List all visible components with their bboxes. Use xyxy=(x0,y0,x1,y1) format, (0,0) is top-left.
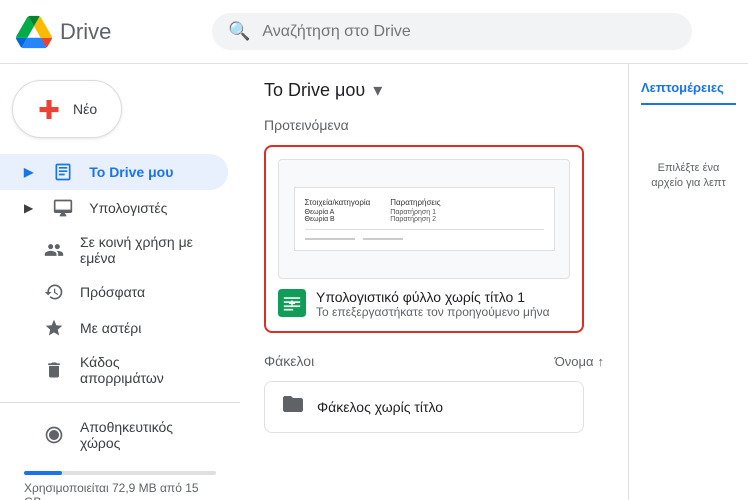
search-icon: 🔍 xyxy=(228,21,250,42)
storage-used-text: Χρησιμοποιείται 72,9 MB από 15 GB xyxy=(24,481,216,500)
sidebar-item-trash-label: Κάδος απορριμάτων xyxy=(80,354,204,386)
sidebar: ✚ Νέο ▶ Το Drive μου ▶ Υπολογιστές Σε κο… xyxy=(0,64,240,500)
sidebar-item-shared[interactable]: Σε κοινή χρήση με εμένα xyxy=(0,226,228,274)
storage-bar xyxy=(24,471,216,475)
shared-icon xyxy=(44,240,64,260)
file-name: Υπολογιστικό φύλλο χωρίς τίτλο 1 xyxy=(316,289,550,305)
new-button-label: Νέο xyxy=(73,101,97,117)
sort-up-icon: ↑ xyxy=(598,354,605,369)
sidebar-item-recent[interactable]: Πρόσφατα xyxy=(0,274,228,310)
storage-fill xyxy=(24,471,62,475)
sidebar-item-trash[interactable]: Κάδος απορριμάτων xyxy=(0,346,228,394)
sheets-icon: + xyxy=(278,289,306,317)
search-bar[interactable]: 🔍 xyxy=(212,13,692,50)
file-preview: Στοιχεία/κατηγορία Θεωρία Α Θεωρία Β Παρ… xyxy=(278,159,570,279)
chevron-icon-2: ▶ xyxy=(24,201,33,215)
storage-section: Χρησιμοποιείται 72,9 MB από 15 GB xyxy=(0,459,240,500)
chevron-icon: ▶ xyxy=(24,165,33,179)
folders-row: Φάκελοι Όνομα ↑ xyxy=(264,353,604,369)
sidebar-item-starred[interactable]: Με αστέρι xyxy=(0,310,228,346)
recent-icon xyxy=(44,282,64,302)
sort-row[interactable]: Όνομα ↑ xyxy=(555,354,604,369)
sidebar-item-computers-label: Υπολογιστές xyxy=(89,200,167,216)
sidebar-item-recent-label: Πρόσφατα xyxy=(80,284,145,300)
suggested-file-card[interactable]: Στοιχεία/κατηγορία Θεωρία Α Θεωρία Β Παρ… xyxy=(264,145,584,333)
page-title-row: Το Drive μου ▾ xyxy=(264,80,604,101)
right-panel: Λεπτομέρειες Επιλέξτε ένα αρχείο για λεπ… xyxy=(628,64,748,500)
my-drive-icon xyxy=(53,162,73,182)
new-button[interactable]: ✚ Νέο xyxy=(12,80,122,138)
search-input[interactable] xyxy=(262,23,676,41)
card-info: + Υπολογιστικό φύλλο χωρίς τίτλο 1 Το επ… xyxy=(278,289,570,319)
logo-text: Drive xyxy=(60,19,111,45)
select-file-message: Επιλέξτε ένα αρχείο για λεπτ xyxy=(641,161,736,192)
storage-label: Αποθηκευτικός χώρος xyxy=(80,419,204,451)
sidebar-item-shared-label: Σε κοινή χρήση με εμένα xyxy=(80,234,204,266)
chevron-down-icon[interactable]: ▾ xyxy=(373,80,382,101)
folder-name: Φάκελος χωρίς τίτλο xyxy=(317,399,443,415)
sort-label: Όνομα xyxy=(555,354,594,369)
trash-icon xyxy=(44,360,64,380)
layout: ✚ Νέο ▶ Το Drive μου ▶ Υπολογιστές Σε κο… xyxy=(0,64,748,500)
header: Drive 🔍 xyxy=(0,0,748,64)
folders-label: Φάκελοι xyxy=(264,353,314,369)
logo-area: Drive xyxy=(16,14,196,50)
sidebar-item-starred-label: Με αστέρι xyxy=(80,320,141,336)
sidebar-item-my-drive-label: Το Drive μου xyxy=(89,164,173,180)
sidebar-item-my-drive[interactable]: ▶ Το Drive μου xyxy=(0,154,228,190)
suggested-section-label: Προτεινόμενα xyxy=(264,117,604,133)
svg-text:+: + xyxy=(289,298,296,311)
file-description: Το επεξεργαστήκατε τον προηγούμενο μήνα xyxy=(316,305,550,319)
plus-icon: ✚ xyxy=(37,97,61,121)
main-content: Το Drive μου ▾ Προτεινόμενα Στοιχεία/κατ… xyxy=(240,64,628,500)
folder-item[interactable]: Φάκελος χωρίς τίτλο xyxy=(264,381,584,433)
page-title: Το Drive μου xyxy=(264,80,365,101)
starred-icon xyxy=(44,318,64,338)
drive-logo-icon xyxy=(16,14,52,50)
folder-icon xyxy=(281,392,305,422)
sidebar-storage-item[interactable]: Αποθηκευτικός χώρος xyxy=(0,411,228,459)
storage-icon xyxy=(44,425,64,445)
sidebar-item-computers[interactable]: ▶ Υπολογιστές xyxy=(0,190,228,226)
computers-icon xyxy=(53,198,73,218)
card-text: Υπολογιστικό φύλλο χωρίς τίτλο 1 Το επεξ… xyxy=(316,289,550,319)
sidebar-divider xyxy=(0,402,240,403)
details-tab[interactable]: Λεπτομέρειες xyxy=(641,80,736,105)
